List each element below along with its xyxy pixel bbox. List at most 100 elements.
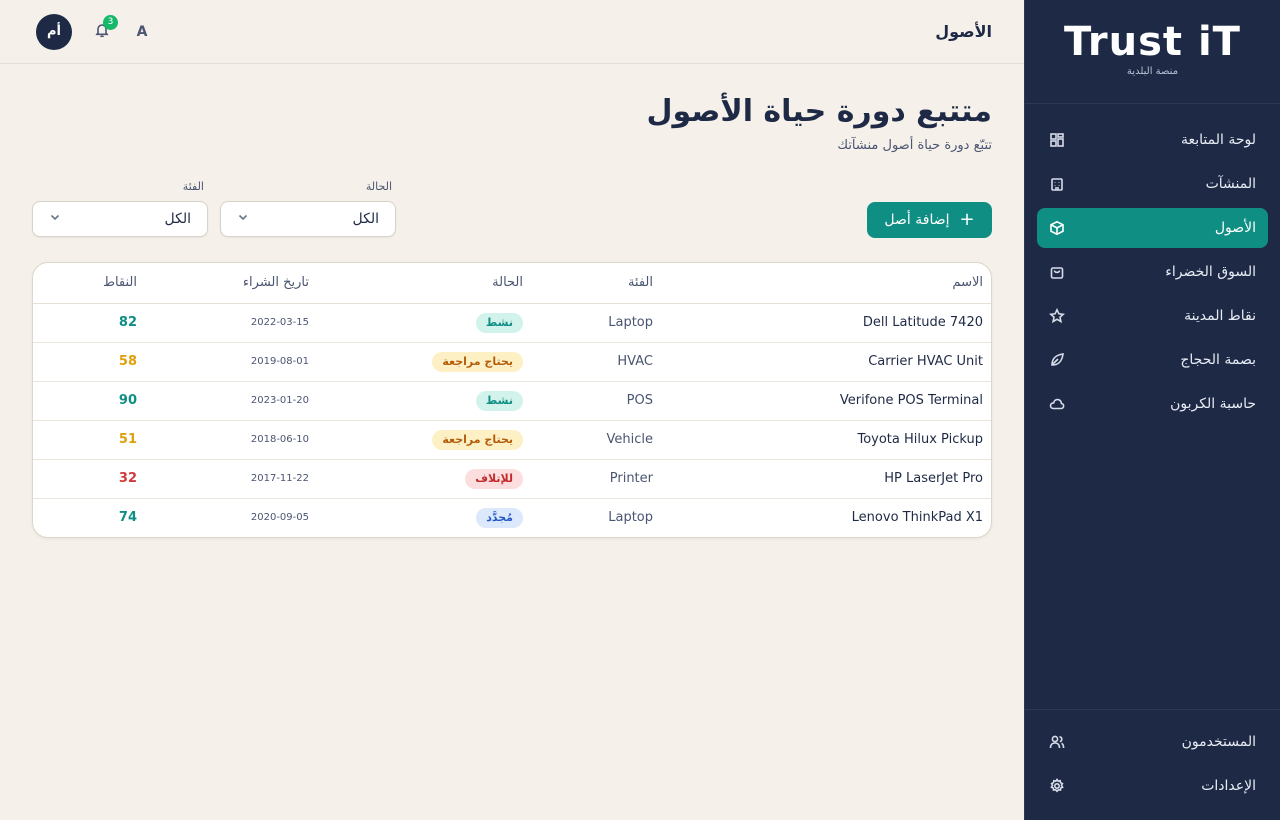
sidebar-bottom: المستخدمون الإعدادات <box>1025 709 1280 820</box>
brand-logo[interactable]: Trust iT <box>1025 20 1280 64</box>
table-row[interactable]: HP LaserJet Pro Printer للإتلاف 2017-11-22 3… <box>33 459 991 499</box>
asset-name: HP LaserJet Pro <box>661 459 991 499</box>
table-header-row: الاسم الفئة الحالة تاريخ الشراء النقاط <box>33 263 991 304</box>
table-row[interactable]: Carrier HVAC Unit HVAC يحتاج مراجعة 2019-08… <box>33 342 991 382</box>
box-icon <box>1049 220 1065 236</box>
sidebar-nav: لوحة المتابعة المنشآت الأصول السوق الخضر… <box>1025 104 1280 424</box>
sidebar-item-label: المستخدمون <box>1181 734 1256 750</box>
asset-status-cell: يحتاج مراجعة <box>317 420 531 460</box>
table-row[interactable]: Verifone POS Terminal POS نشط 2023-01-20 90 <box>33 381 991 421</box>
sidebar: Trust iT منصة البلدية لوحة المتابعة المن… <box>1024 0 1280 820</box>
status-badge: يحتاج مراجعة <box>432 429 523 450</box>
sidebar-item-green-market[interactable]: السوق الخضراء <box>1037 252 1268 292</box>
asset-points: 51 <box>33 420 145 460</box>
sidebar-item-facilities[interactable]: المنشآت <box>1037 164 1268 204</box>
asset-points: 32 <box>33 459 145 499</box>
plus-icon: + <box>959 209 975 230</box>
page-subtitle: تتبّع دورة حياة أصول منشآتك <box>837 138 992 153</box>
avatar[interactable]: أم <box>36 13 72 50</box>
status-badge: نشط <box>475 390 523 411</box>
category-filter: الفئة الكل <box>32 180 208 237</box>
asset-category: Laptop <box>531 303 661 343</box>
table-row[interactable]: Toyota Hilux Pickup Vehicle يحتاج مراجعة 20… <box>33 420 991 460</box>
asset-points: 90 <box>33 381 145 421</box>
dashboard-icon <box>1049 132 1065 148</box>
notifications-button[interactable]: 3 <box>92 14 118 42</box>
brand-subtitle: منصة البلدية <box>1126 66 1179 77</box>
asset-points: 58 <box>33 342 145 382</box>
category-filter-label: الفئة <box>182 180 204 193</box>
notification-count-badge: 3 <box>103 14 118 30</box>
table-row[interactable]: Lenovo ThinkPad X1 Laptop مُجدَّد 2020-09-0… <box>33 498 991 537</box>
column-header-category[interactable]: الفئة <box>531 263 661 304</box>
header-actions: أم 3 A <box>36 13 152 50</box>
header-title: الأصول <box>935 22 992 41</box>
add-asset-button[interactable]: + إضافة أصل <box>867 202 992 238</box>
gear-icon <box>1049 778 1065 794</box>
asset-status-cell: مُجدَّد <box>317 498 531 537</box>
column-header-points[interactable]: النقاط <box>33 263 145 304</box>
sidebar-item-label: الأصول <box>1214 220 1256 236</box>
language-toggle[interactable]: A <box>132 24 152 40</box>
asset-category: Laptop <box>608 510 653 526</box>
assets-table-card: الاسم الفئة الحالة تاريخ الشراء النقاط D… <box>32 262 992 538</box>
status-badge: يحتاج مراجعة <box>432 351 523 372</box>
sidebar-item-label: لوحة المتابعة <box>1180 132 1256 148</box>
sidebar-item-label: نقاط المدينة <box>1184 308 1256 324</box>
asset-name: Verifone POS Terminal <box>661 381 991 421</box>
add-asset-label: إضافة أصل <box>884 212 950 228</box>
users-icon <box>1049 734 1065 750</box>
category-select[interactable]: الكل <box>32 201 208 237</box>
sidebar-item-users[interactable]: المستخدمون <box>1037 722 1268 762</box>
asset-purchase-date: 2022-03-15 <box>145 303 317 343</box>
asset-name: Dell Latitude 7420 <box>661 303 991 343</box>
asset-category: Printer <box>531 459 661 499</box>
building-icon <box>1049 176 1065 192</box>
column-header-status[interactable]: الحالة <box>317 263 531 304</box>
status-badge: مُجدَّد <box>476 507 523 528</box>
sidebar-item-city-points[interactable]: نقاط المدينة <box>1037 296 1268 336</box>
status-badge: للإتلاف <box>465 468 523 489</box>
status-select[interactable]: الكل <box>220 201 396 237</box>
asset-purchase-date: 2019-08-01 <box>145 342 317 382</box>
asset-points: 74 <box>118 510 137 526</box>
asset-points: 82 <box>33 303 145 343</box>
chevron-down-icon <box>237 211 249 227</box>
brand: Trust iT منصة البلدية <box>1025 0 1280 104</box>
asset-name: Lenovo ThinkPad X1 <box>851 510 983 526</box>
table-row[interactable]: Dell Latitude 7420 Laptop نشط 2022-03-15 82 <box>33 303 991 343</box>
asset-status-cell: نشط <box>317 303 531 343</box>
sidebar-item-assets[interactable]: الأصول <box>1037 208 1268 248</box>
asset-name: Toyota Hilux Pickup <box>661 420 991 460</box>
chevron-down-icon <box>49 211 61 227</box>
sidebar-item-dashboard[interactable]: لوحة المتابعة <box>1037 120 1268 160</box>
category-select-value: الكل <box>164 211 192 227</box>
column-header-name[interactable]: الاسم <box>661 263 991 304</box>
asset-status-cell: نشط <box>317 381 531 421</box>
asset-status-cell: للإتلاف <box>317 459 531 499</box>
sidebar-item-label: السوق الخضراء <box>1165 264 1256 280</box>
column-header-purchase-date[interactable]: تاريخ الشراء <box>145 263 317 304</box>
leaf-icon <box>1049 352 1065 368</box>
asset-purchase-date: 2023-01-20 <box>145 381 317 421</box>
asset-name: Carrier HVAC Unit <box>661 342 991 382</box>
status-filter-label: الحالة <box>365 180 392 193</box>
sidebar-item-label: بصمة الحجاج <box>1180 352 1256 368</box>
status-filter: الحالة الكل <box>220 180 396 237</box>
asset-category: HVAC <box>531 342 661 382</box>
top-header: أم 3 A الأصول <box>0 0 1024 64</box>
sidebar-item-settings[interactable]: الإعدادات <box>1037 766 1268 806</box>
sidebar-item-pilgrims-footprint[interactable]: بصمة الحجاج <box>1037 340 1268 380</box>
asset-status-cell: يحتاج مراجعة <box>317 342 531 382</box>
asset-purchase-date: 2020-09-05 <box>250 512 309 524</box>
status-select-value: الكل <box>352 211 380 227</box>
cloud-icon <box>1049 396 1065 412</box>
asset-category: Vehicle <box>531 420 661 460</box>
star-icon <box>1049 308 1065 324</box>
assets-table: الاسم الفئة الحالة تاريخ الشراء النقاط D… <box>33 263 991 537</box>
asset-purchase-date: 2017-11-22 <box>145 459 317 499</box>
shopping-bag-icon <box>1049 264 1065 280</box>
sidebar-item-label: حاسبة الكربون <box>1170 396 1256 412</box>
status-badge: نشط <box>475 312 523 333</box>
sidebar-item-carbon-calculator[interactable]: حاسبة الكربون <box>1037 384 1268 424</box>
